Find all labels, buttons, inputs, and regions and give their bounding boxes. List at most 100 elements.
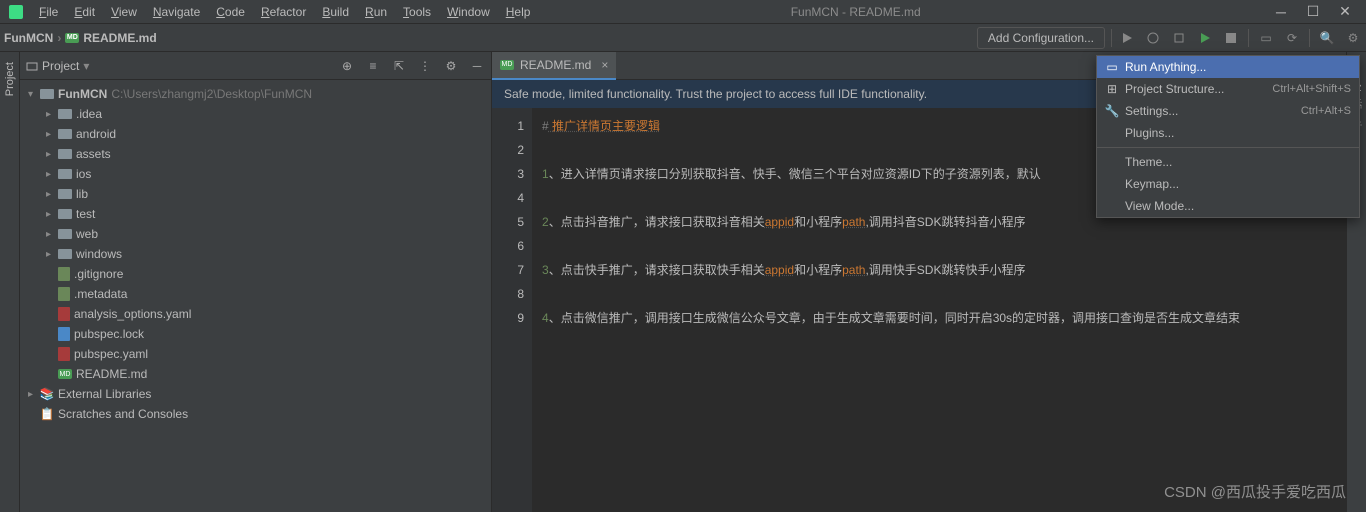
folder-icon (58, 229, 72, 239)
tree-row[interactable]: ▸ios (20, 164, 491, 184)
menu-help[interactable]: Help (499, 2, 538, 22)
menu-build[interactable]: Build (315, 2, 356, 22)
menu-edit[interactable]: Edit (67, 2, 102, 22)
run-icon[interactable] (1118, 29, 1136, 47)
tree-row[interactable]: ▾FunMCNC:\Users\zhangmj2\Desktop\FunMCN (20, 84, 491, 104)
folder-icon (58, 189, 72, 199)
folder-icon (58, 249, 72, 259)
coverage-icon[interactable] (1170, 29, 1188, 47)
profile-icon[interactable] (1196, 29, 1214, 47)
device-icon[interactable]: ▭ (1257, 29, 1275, 47)
menu-run[interactable]: Run (358, 2, 394, 22)
tree-row[interactable]: ▸windows (20, 244, 491, 264)
yaml-icon (58, 347, 70, 361)
menu-code[interactable]: Code (209, 2, 252, 22)
tree-row[interactable]: ▸test (20, 204, 491, 224)
breadcrumb-project[interactable]: FunMCN (4, 31, 53, 45)
tree-row[interactable]: 📋Scratches and Consoles (20, 404, 491, 424)
add-configuration-button[interactable]: Add Configuration... (977, 27, 1105, 49)
tree-row[interactable]: analysis_options.yaml (20, 304, 491, 324)
debug-icon[interactable] (1144, 29, 1162, 47)
sync-icon[interactable]: ⟳ (1283, 29, 1301, 47)
text: ,调用抖音SDK跳转抖音小程序 (865, 215, 1025, 229)
minimize-button[interactable]: ─ (1274, 5, 1288, 19)
close-icon[interactable]: × (601, 58, 608, 72)
bullet: 3 (542, 263, 549, 277)
text: 和小程序 (794, 263, 842, 277)
tree-row[interactable]: ▸.idea (20, 104, 491, 124)
tree-row[interactable]: pubspec.yaml (20, 344, 491, 364)
chevron-down-icon: ▾ (83, 59, 89, 73)
popup-item-theme-[interactable]: Theme... (1097, 151, 1359, 173)
line-gutter: 123456789 (492, 108, 532, 512)
folder-icon (58, 109, 72, 119)
chevron-right-icon: › (57, 31, 61, 45)
tree-row[interactable]: ▸android (20, 124, 491, 144)
bullet: 1 (542, 167, 549, 181)
search-icon[interactable]: 🔍 (1318, 29, 1336, 47)
tree-row[interactable]: pubspec.lock (20, 324, 491, 344)
yaml-icon (58, 307, 70, 321)
options-icon[interactable]: ⋮ (417, 58, 433, 74)
menu-tools[interactable]: Tools (396, 2, 438, 22)
ide-logo-icon (8, 4, 24, 20)
text: ,调用快手SDK跳转快手小程序 (865, 263, 1025, 277)
structure-icon: ⊞ (1105, 82, 1119, 96)
text: 、进入详情页请求接口分别获取抖音、快手、微信三个平台对应资源ID下的子资源列表，… (549, 167, 1041, 181)
menu-refactor[interactable]: Refactor (254, 2, 313, 22)
popup-item-project-structure-[interactable]: ⊞Project Structure...Ctrl+Alt+Shift+S (1097, 78, 1359, 100)
panel-title-label: Project (42, 59, 79, 73)
kw: path (842, 215, 865, 229)
tree-row[interactable]: .metadata (20, 284, 491, 304)
breadcrumb-file[interactable]: MD README.md (65, 31, 156, 45)
bullet: 4 (542, 311, 549, 325)
tree-row[interactable]: ▸📚External Libraries (20, 384, 491, 404)
select-opened-file-icon[interactable]: ⊕ (339, 58, 355, 74)
menu-navigate[interactable]: Navigate (146, 2, 207, 22)
text-icon (58, 267, 70, 281)
project-icon (26, 60, 38, 72)
kw: path (842, 263, 865, 277)
window-title: FunMCN - README.md (537, 5, 1274, 19)
gear-icon[interactable]: ⚙ (1344, 29, 1362, 47)
folder-icon (58, 169, 72, 179)
popup-item-run-anything-[interactable]: ▭Run Anything... (1097, 56, 1359, 78)
hash: # (542, 119, 549, 133)
gear-icon[interactable]: ⚙ (443, 58, 459, 74)
run-icon: ▭ (1105, 60, 1119, 74)
project-tree[interactable]: ▾FunMCNC:\Users\zhangmj2\Desktop\FunMCN▸… (20, 80, 491, 512)
hide-icon[interactable]: ─ (469, 58, 485, 74)
expand-all-icon[interactable]: ≡ (365, 58, 381, 74)
folder-icon (58, 129, 72, 139)
tree-row[interactable]: .gitignore (20, 264, 491, 284)
popup-item-view-mode-[interactable]: View Mode... (1097, 195, 1359, 217)
project-tool-tab[interactable]: Project (2, 58, 18, 100)
folder-icon (40, 89, 54, 99)
menu-window[interactable]: Window (440, 2, 497, 22)
menu-file[interactable]: File (32, 2, 65, 22)
tree-row[interactable]: ▸assets (20, 144, 491, 164)
collapse-all-icon[interactable]: ⇱ (391, 58, 407, 74)
tab-readme[interactable]: MD README.md × (492, 52, 616, 80)
left-gutter: Project (0, 52, 20, 512)
popup-item-keymap-[interactable]: Keymap... (1097, 173, 1359, 195)
project-panel-title[interactable]: Project ▾ (26, 59, 339, 73)
folder-icon (58, 149, 72, 159)
stop-icon[interactable] (1222, 29, 1240, 47)
text: 、点击快手推广，请求接口获取快手相关 (549, 263, 765, 277)
tree-row[interactable]: ▸lib (20, 184, 491, 204)
project-panel-header: Project ▾ ⊕ ≡ ⇱ ⋮ ⚙ ─ (20, 52, 491, 80)
main-menu: FileEditViewNavigateCodeRefactorBuildRun… (32, 2, 537, 22)
heading-text: 推广详情页主要逻辑 (549, 119, 660, 133)
library-icon: 📚 (40, 388, 54, 400)
tree-row[interactable]: ▸web (20, 224, 491, 244)
kw: appid (765, 263, 794, 277)
breadcrumb[interactable]: FunMCN › MD README.md (4, 31, 157, 45)
popup-item-settings-[interactable]: 🔧Settings...Ctrl+Alt+S (1097, 100, 1359, 122)
tree-row[interactable]: MDREADME.md (20, 364, 491, 384)
maximize-button[interactable]: ☐ (1306, 5, 1320, 19)
popup-item-plugins-[interactable]: Plugins... (1097, 122, 1359, 144)
close-button[interactable]: ✕ (1338, 5, 1352, 19)
menu-view[interactable]: View (104, 2, 144, 22)
bullet: 2 (542, 215, 549, 229)
